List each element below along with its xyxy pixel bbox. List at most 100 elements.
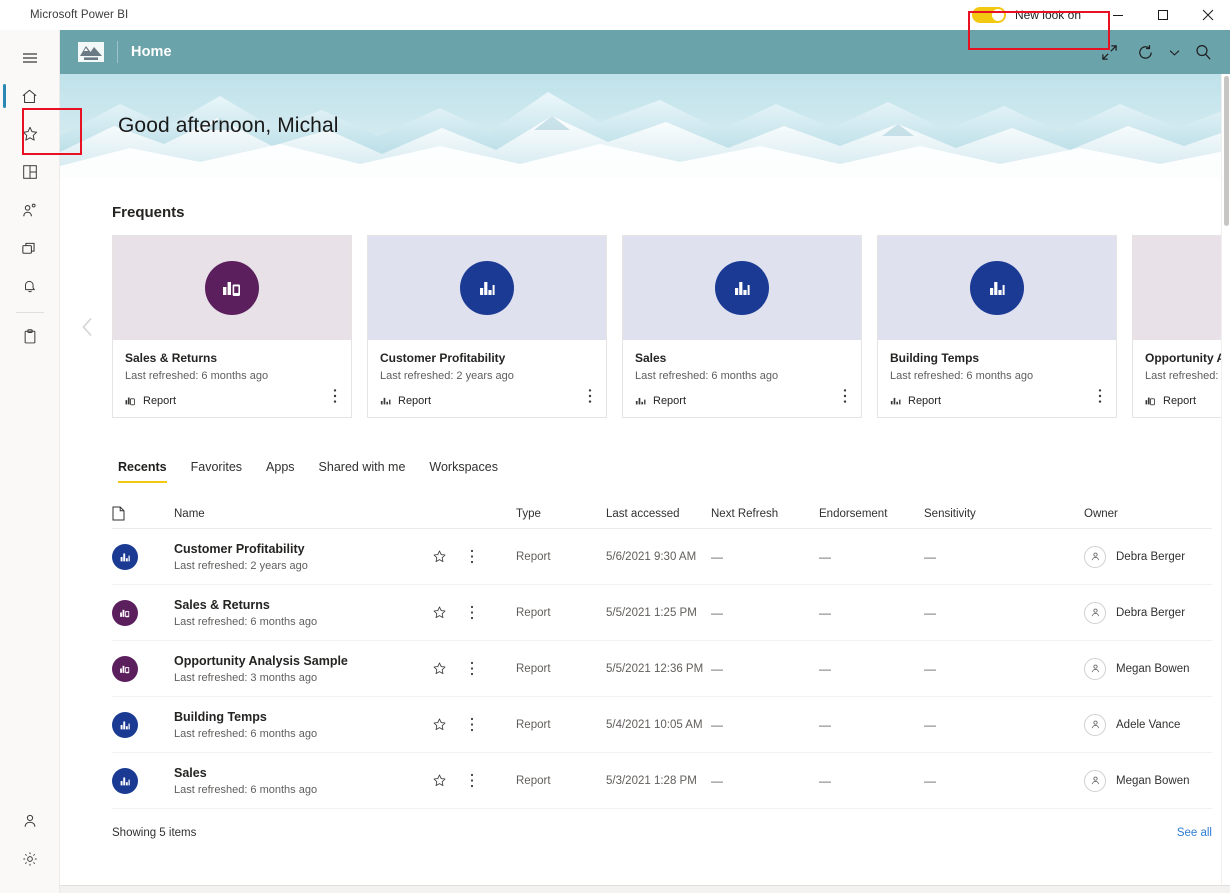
frequent-card[interactable]: Sales & Returns Last refreshed: 6 months… <box>112 235 352 418</box>
sidebar-item-apps[interactable] <box>8 154 52 190</box>
refresh-button[interactable] <box>1128 35 1162 69</box>
search-button[interactable] <box>1186 35 1220 69</box>
report-mobile-icon <box>219 275 245 301</box>
more-vertical-icon <box>470 605 474 620</box>
row-type-badge <box>112 712 138 738</box>
row-favorite-button[interactable] <box>432 717 470 732</box>
row-name-cell[interactable]: Customer Profitability Last refreshed: 2… <box>174 542 432 572</box>
tab-shared-with-me[interactable]: Shared with me <box>307 456 418 483</box>
column-header-last-accessed[interactable]: Last accessed <box>606 508 711 520</box>
row-favorite-button[interactable] <box>432 549 470 564</box>
card-more-button[interactable] <box>327 387 343 405</box>
avatar <box>1084 602 1106 624</box>
row-icon-cell <box>112 656 174 682</box>
topbar-divider <box>117 41 118 63</box>
mountain-logo-icon <box>77 40 105 64</box>
card-more-button[interactable] <box>1092 387 1108 405</box>
tab-favorites[interactable]: Favorites <box>179 456 254 483</box>
expand-icon <box>1101 44 1118 61</box>
row-more-button[interactable] <box>470 773 516 788</box>
row-title: Building Temps <box>174 710 432 724</box>
row-owner-name: Debra Berger <box>1116 551 1185 563</box>
tab-apps[interactable]: Apps <box>254 456 307 483</box>
report-mobile-icon <box>1145 395 1157 407</box>
recents-table: Name Type Last accessed Next Refresh End… <box>112 499 1212 863</box>
table-row[interactable]: Opportunity Analysis Sample Last refresh… <box>112 641 1212 697</box>
row-owner-name: Debra Berger <box>1116 607 1185 619</box>
row-next-refresh: — <box>711 606 819 620</box>
new-look-toggle[interactable]: New look on <box>966 0 1095 30</box>
more-vertical-icon <box>333 388 337 404</box>
table-row[interactable]: Building Temps Last refreshed: 6 months … <box>112 697 1212 753</box>
vertical-scrollbar[interactable] <box>1221 74 1230 885</box>
close-button[interactable] <box>1185 0 1230 30</box>
row-name-cell[interactable]: Sales Last refreshed: 6 months ago <box>174 766 432 796</box>
frequent-card[interactable]: Building Temps Last refreshed: 6 months … <box>877 235 1117 418</box>
greeting-text: Good afternoon, Michal <box>118 114 339 138</box>
row-name-cell[interactable]: Opportunity Analysis Sample Last refresh… <box>174 654 432 684</box>
card-more-button[interactable] <box>582 387 598 405</box>
avatar <box>1084 714 1106 736</box>
column-header-name[interactable]: Name <box>174 508 432 520</box>
row-icon-cell <box>112 600 174 626</box>
column-header-type[interactable]: Type <box>516 508 606 520</box>
row-more-button[interactable] <box>470 605 516 620</box>
row-icon-cell <box>112 768 174 794</box>
maximize-button[interactable] <box>1140 0 1185 30</box>
minimize-button[interactable] <box>1095 0 1140 30</box>
sidebar-item-workspaces[interactable] <box>8 230 52 266</box>
sidebar-item-shared-with-me[interactable] <box>8 192 52 228</box>
more-vertical-icon <box>470 773 474 788</box>
column-header-sensitivity[interactable]: Sensitivity <box>924 508 1084 520</box>
row-favorite-button[interactable] <box>432 661 470 676</box>
app-topbar: Home <box>60 30 1230 74</box>
content-scroll-area[interactable]: Good afternoon, Michal Frequents <box>60 74 1230 885</box>
card-artwork <box>623 236 861 340</box>
row-name-cell[interactable]: Sales & Returns Last refreshed: 6 months… <box>174 598 432 628</box>
column-header-next-refresh[interactable]: Next Refresh <box>711 508 819 520</box>
row-owner-cell: Adele Vance <box>1084 714 1212 736</box>
apps-grid-icon <box>21 163 39 181</box>
row-name-cell[interactable]: Building Temps Last refreshed: 6 months … <box>174 710 432 740</box>
card-type-label: Report <box>1163 395 1196 407</box>
row-favorite-button[interactable] <box>432 773 470 788</box>
column-header-icon[interactable] <box>112 506 174 521</box>
sidebar-item-notifications[interactable] <box>8 268 52 304</box>
row-owner-name: Megan Bowen <box>1116 775 1190 787</box>
sidebar-item-hamburger-menu[interactable] <box>8 40 52 76</box>
sidebar-item-account[interactable] <box>8 803 52 839</box>
column-header-owner[interactable]: Owner <box>1084 508 1212 520</box>
table-row[interactable]: Sales & Returns Last refreshed: 6 months… <box>112 585 1212 641</box>
refresh-dropdown-button[interactable] <box>1164 35 1184 69</box>
row-more-button[interactable] <box>470 661 516 676</box>
card-body: Opportunity A Last refreshed: 3 Report <box>1133 340 1230 417</box>
row-more-button[interactable] <box>470 717 516 732</box>
scrollbar-thumb[interactable] <box>1224 76 1229 226</box>
tab-label: Recents <box>118 460 167 474</box>
column-header-endorsement[interactable]: Endorsement <box>819 508 924 520</box>
sidebar-item-home[interactable] <box>8 78 52 114</box>
new-look-switch[interactable] <box>972 7 1006 23</box>
card-type-badge <box>970 261 1024 315</box>
expand-button[interactable] <box>1092 35 1126 69</box>
card-more-button[interactable] <box>837 387 853 405</box>
row-favorite-button[interactable] <box>432 605 470 620</box>
carousel-prev-button[interactable] <box>74 307 100 347</box>
frequent-card[interactable]: Opportunity A Last refreshed: 3 Report <box>1132 235 1230 418</box>
sidebar-item-settings[interactable] <box>8 841 52 877</box>
frequent-card[interactable]: Sales Last refreshed: 6 months ago <box>622 235 862 418</box>
card-title: Sales <box>635 351 849 365</box>
sidebar-item-metrics[interactable] <box>8 319 52 355</box>
sidebar-item-favorites[interactable] <box>8 116 52 152</box>
tab-workspaces[interactable]: Workspaces <box>417 456 510 483</box>
table-row[interactable]: Sales Last refreshed: 6 months ago <box>112 753 1212 809</box>
see-all-link[interactable]: See all <box>1177 827 1212 839</box>
rail-bottom-group <box>8 803 52 893</box>
frequent-card[interactable]: Customer Profitability Last refreshed: 2… <box>367 235 607 418</box>
row-more-button[interactable] <box>470 549 516 564</box>
tab-recents[interactable]: Recents <box>112 456 179 483</box>
row-title: Sales & Returns <box>174 598 432 612</box>
star-outline-icon <box>432 549 447 564</box>
star-outline-icon <box>432 661 447 676</box>
table-row[interactable]: Customer Profitability Last refreshed: 2… <box>112 529 1212 585</box>
